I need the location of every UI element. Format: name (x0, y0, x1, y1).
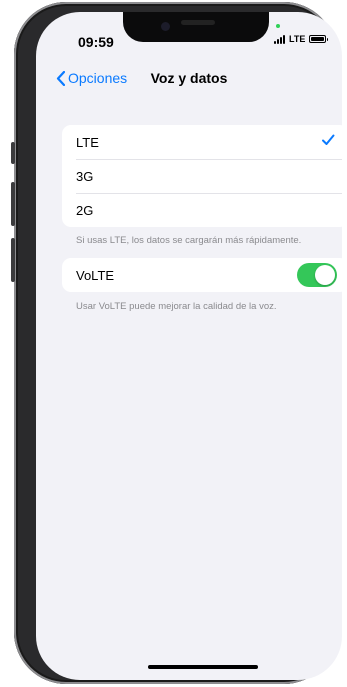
phone-frame: 09:59 LTE Opciones Voz y datos LTE 3G 2G… (11, 2, 342, 684)
volte-toggle[interactable] (297, 263, 337, 287)
home-indicator[interactable] (148, 665, 258, 669)
network-options-footnote: Si usas LTE, los datos se cargarán más r… (76, 235, 302, 246)
privacy-indicator-dot (276, 24, 280, 28)
screen: 09:59 LTE Opciones Voz y datos LTE 3G 2G… (36, 12, 342, 680)
volume-down-button (11, 238, 15, 282)
volte-footnote: Usar VoLTE puede mejorar la calidad de l… (76, 301, 277, 312)
navigation-bar: Opciones Voz y datos (36, 70, 342, 94)
checkmark-icon (322, 134, 335, 145)
toggle-knob (315, 265, 335, 285)
speaker-grille (181, 20, 215, 25)
option-lte[interactable]: LTE (62, 125, 342, 159)
battery-icon (309, 35, 329, 43)
status-indicators: LTE (274, 34, 329, 44)
volte-row: VoLTE (62, 258, 342, 292)
option-2g[interactable]: 2G (62, 193, 342, 227)
volte-section: VoLTE (62, 258, 342, 292)
notch (123, 12, 269, 42)
status-time: 09:59 (78, 34, 114, 50)
cellular-signal-icon (274, 34, 285, 44)
volume-up-button (11, 182, 15, 226)
page-title: Voz y datos (150, 70, 228, 86)
option-3g[interactable]: 3G (62, 159, 342, 193)
camera-icon (161, 22, 170, 31)
option-label: 2G (76, 202, 94, 218)
mute-switch (11, 142, 15, 164)
option-label: 3G (76, 168, 94, 184)
volte-label: VoLTE (76, 267, 115, 283)
option-label: LTE (76, 134, 99, 150)
network-options-list: LTE 3G 2G (62, 125, 342, 227)
network-type-label: LTE (289, 34, 306, 44)
